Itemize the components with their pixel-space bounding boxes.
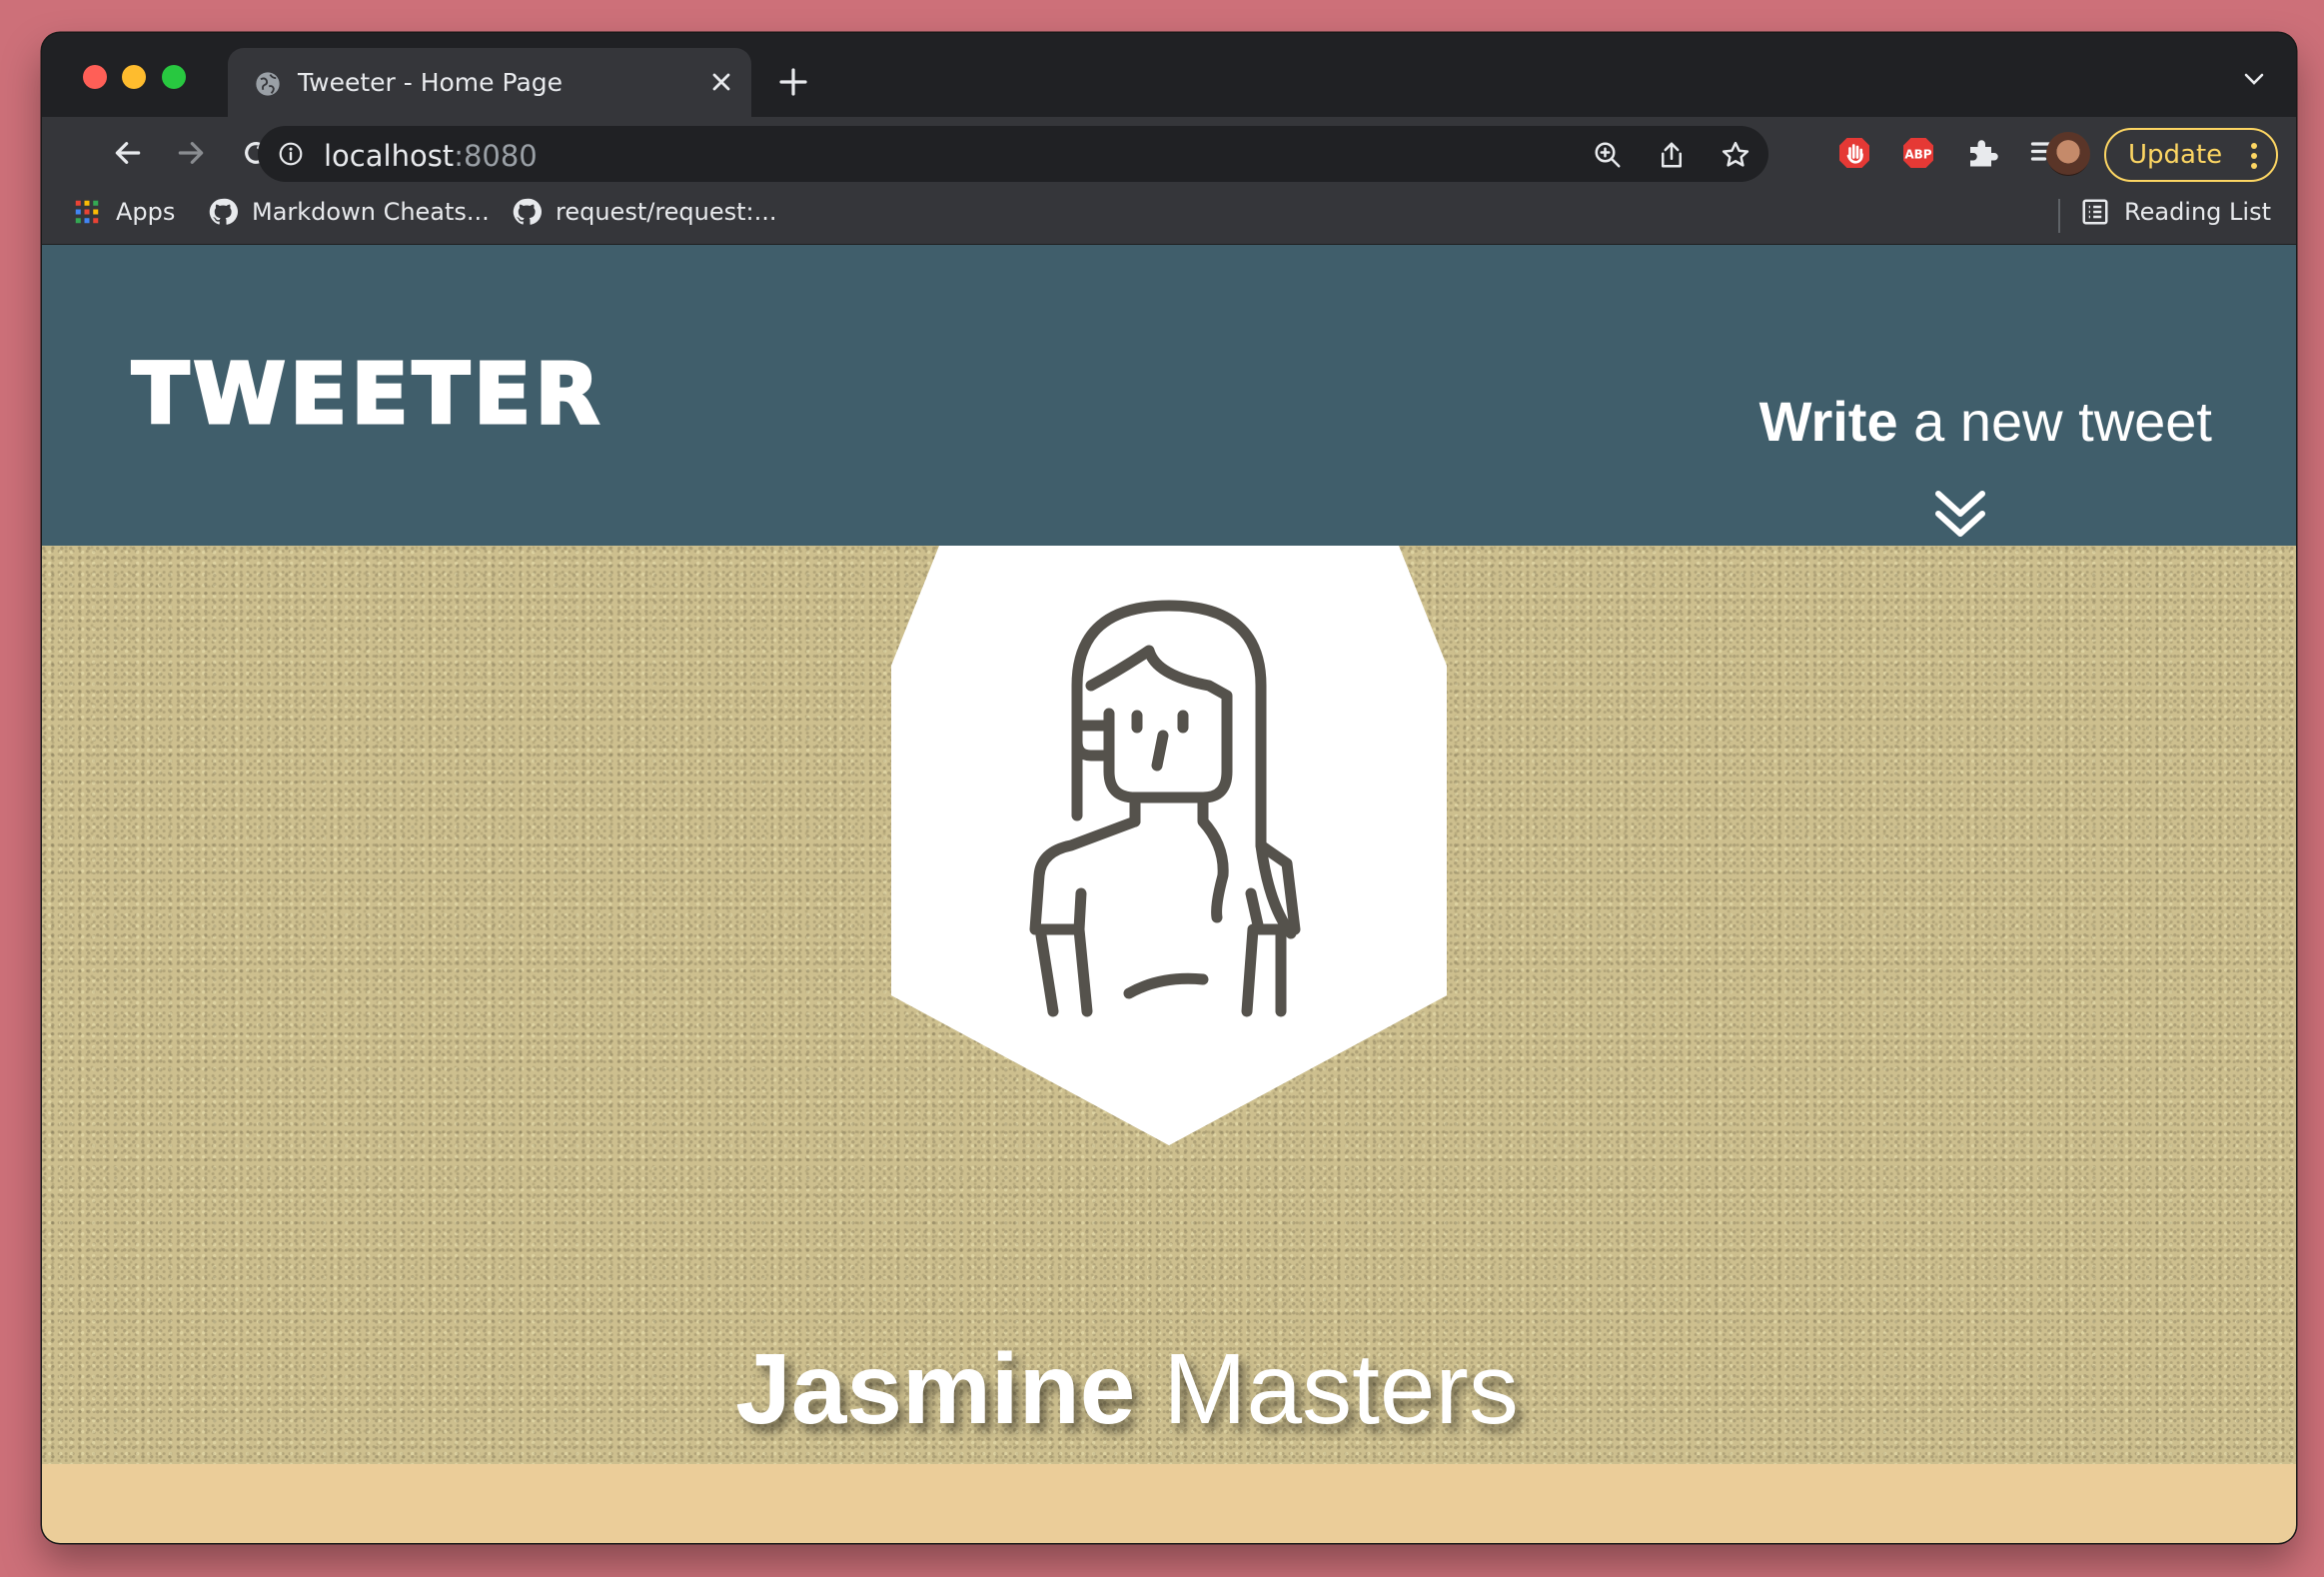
tab-search-chevron-icon[interactable] <box>2242 70 2266 88</box>
bookmark-request[interactable]: request/request:... <box>512 197 777 227</box>
update-button[interactable]: Update <box>2104 128 2278 182</box>
profile-name: Jasmine Masters <box>42 1332 2296 1447</box>
double-chevron-down-icon[interactable] <box>1932 488 1988 542</box>
share-icon[interactable] <box>1657 140 1687 170</box>
write-bold-text: Write <box>1758 390 1898 453</box>
adblock-hand-icon[interactable] <box>1836 135 1872 171</box>
apps-grid-icon <box>75 200 99 224</box>
site-navbar: TWEETER Write a new tweet <box>42 245 2296 546</box>
update-label: Update <box>2128 140 2223 170</box>
site-logo[interactable]: TWEETER <box>130 344 603 445</box>
profile-avatar-hexagon <box>891 546 1447 1145</box>
profile-avatar[interactable] <box>2046 132 2090 176</box>
bookmark-label: request/request:... <box>556 198 777 226</box>
new-tab-icon[interactable] <box>777 66 809 98</box>
close-tab-icon[interactable] <box>707 68 735 96</box>
bookmark-label: Apps <box>116 198 176 226</box>
abp-icon[interactable]: ABP <box>1900 135 1936 171</box>
url-text: localhost:8080 <box>324 139 538 173</box>
web-page: TWEETER Write a new tweet Jasmine Master… <box>42 245 2296 1543</box>
tab-home[interactable]: Tweeter - Home Page <box>228 48 751 117</box>
forward-arrow-icon[interactable] <box>175 137 207 169</box>
extensions-puzzle-icon[interactable] <box>1964 135 2000 171</box>
reading-list-button[interactable]: Reading List <box>2080 197 2271 227</box>
github-icon <box>513 198 542 225</box>
maximize-window-button[interactable] <box>162 65 186 89</box>
tab-title: Tweeter - Home Page <box>298 68 564 97</box>
reading-list-label: Reading List <box>2124 198 2271 226</box>
profile-header: Jasmine Masters <box>42 546 2296 1464</box>
bookmark-apps[interactable]: Apps <box>72 197 175 227</box>
back-arrow-icon[interactable] <box>112 137 144 169</box>
site-info-icon[interactable] <box>278 141 304 167</box>
bookmarks-bar: Apps Markdown Cheats... request/request:… <box>42 187 2296 245</box>
browser-window: Tweeter - Home Page localhost:8080 ABP U… <box>42 33 2296 1543</box>
address-bar[interactable]: localhost:8080 <box>258 126 1768 182</box>
minimize-window-button[interactable] <box>122 65 146 89</box>
write-rest-text: a new tweet <box>1897 390 2212 453</box>
write-new-tweet-link[interactable]: Write a new tweet <box>1759 389 2212 454</box>
close-window-button[interactable] <box>83 65 107 89</box>
bookmark-star-icon[interactable] <box>1721 140 1750 170</box>
bookmark-markdown-cheatsheet[interactable]: Markdown Cheats... <box>208 197 490 227</box>
svg-text:ABP: ABP <box>1904 147 1931 161</box>
reading-list-icon <box>2082 199 2108 225</box>
github-icon <box>209 198 238 225</box>
first-name: Jasmine <box>735 1333 1136 1445</box>
last-name: Masters <box>1135 1333 1519 1445</box>
zoom-icon[interactable] <box>1593 140 1623 170</box>
bookmarks-divider <box>2058 199 2060 233</box>
globe-icon <box>256 72 280 96</box>
tab-strip: Tweeter - Home Page <box>42 33 2296 117</box>
browser-toolbar: localhost:8080 ABP Update <box>42 117 2296 187</box>
more-vertical-icon[interactable] <box>2250 142 2258 170</box>
bookmark-label: Markdown Cheats... <box>252 198 490 226</box>
